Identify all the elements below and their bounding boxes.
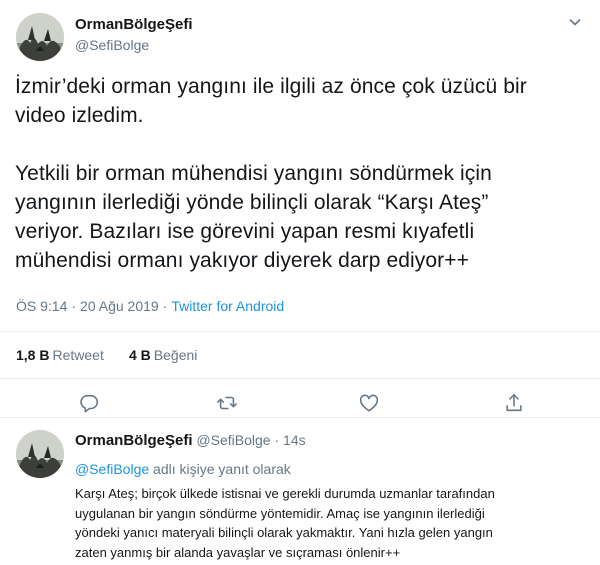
avatar-image [16, 13, 64, 61]
tweet-text-line: veriyor. Bazıları ise görevini yapan res… [15, 220, 475, 243]
reply-to-context: @SefiBolge adlı kişiye yanıt olarak [75, 461, 291, 477]
reply-icon[interactable] [78, 392, 100, 414]
reply-text-line: zaten yanmış bir alanda yavaşlar ve sıçr… [75, 544, 401, 560]
meta-separator: · [71, 298, 77, 314]
avatar-image [16, 430, 64, 478]
reply-text-line: Karşı Ateş; birçok ülkede istisnai ve ge… [75, 486, 495, 501]
retweet-icon[interactable] [216, 392, 238, 414]
reply-tweet[interactable]: OrmanBölgeŞefi @SefiBolge · 14s @SefiBol… [0, 419, 600, 565]
chevron-down-icon[interactable] [567, 14, 583, 30]
tweet-source-link[interactable]: Twitter for Android [171, 298, 284, 314]
reply-author-name[interactable]: OrmanBölgeŞefi [75, 432, 193, 449]
tweet-stats: 1,8 B Retweet 4 B Beğeni [0, 331, 600, 379]
avatar[interactable] [16, 13, 64, 61]
reply-text-line: uygulanan bir yangın söndürme yöntemidir… [75, 505, 485, 521]
meta-separator: · [162, 298, 168, 314]
like-count: 4 B [129, 347, 151, 363]
tweet-text-line: mühendisi ormanı yakıyor diyerek darp ed… [15, 249, 469, 272]
retweet-stat[interactable]: 1,8 B Retweet [16, 347, 104, 363]
share-icon[interactable] [503, 392, 525, 414]
reply-time[interactable]: 14s [283, 432, 306, 448]
author-name[interactable]: OrmanBölgeŞefi [75, 16, 193, 33]
tweet-date[interactable]: 20 Ağu 2019 [80, 298, 159, 314]
retweet-label: Retweet [52, 347, 104, 363]
reply-author-handle[interactable]: @SefiBolge [196, 432, 270, 448]
like-label: Beğeni [153, 347, 198, 363]
like-stat[interactable]: 4 B Beğeni [129, 347, 197, 363]
avatar[interactable] [16, 430, 64, 478]
tweet-text-line: video izledim. [15, 104, 144, 127]
author-handle[interactable]: @SefiBolge [75, 37, 149, 53]
tweet-text-line: Yetkili bir orman mühendisi yangını sönd… [15, 162, 492, 185]
like-icon[interactable] [358, 392, 380, 414]
tweet-meta: ÖS 9:14 · 20 Ağu 2019 · Twitter for Android [16, 298, 284, 314]
reply-text-line: yöndeki yanıcı materyali bilinçli olarak… [75, 525, 493, 540]
reply-header: OrmanBölgeŞefi @SefiBolge · 14s [75, 432, 306, 449]
main-tweet: OrmanBölgeŞefi @SefiBolge İzmir’deki orm… [0, 0, 600, 418]
reply-to-suffix: adlı kişiye yanıt olarak [153, 461, 291, 477]
tweet-time[interactable]: ÖS 9:14 [16, 298, 67, 314]
tweet-text-line: yangının ilerlediği yönde bilinçli olara… [15, 191, 489, 214]
meta-separator: · [274, 432, 280, 448]
reply-text: Karşı Ateş; birçok ülkede istisnai ve ge… [75, 484, 585, 562]
retweet-count: 1,8 B [16, 347, 50, 363]
tweet-text: İzmir’deki orman yangını ile ilgili az ö… [15, 72, 590, 275]
tweet-actions [0, 392, 600, 416]
tweet-text-line: İzmir’deki orman yangını ile ilgili az ö… [15, 75, 527, 98]
reply-to-mention[interactable]: @SefiBolge [75, 461, 149, 477]
